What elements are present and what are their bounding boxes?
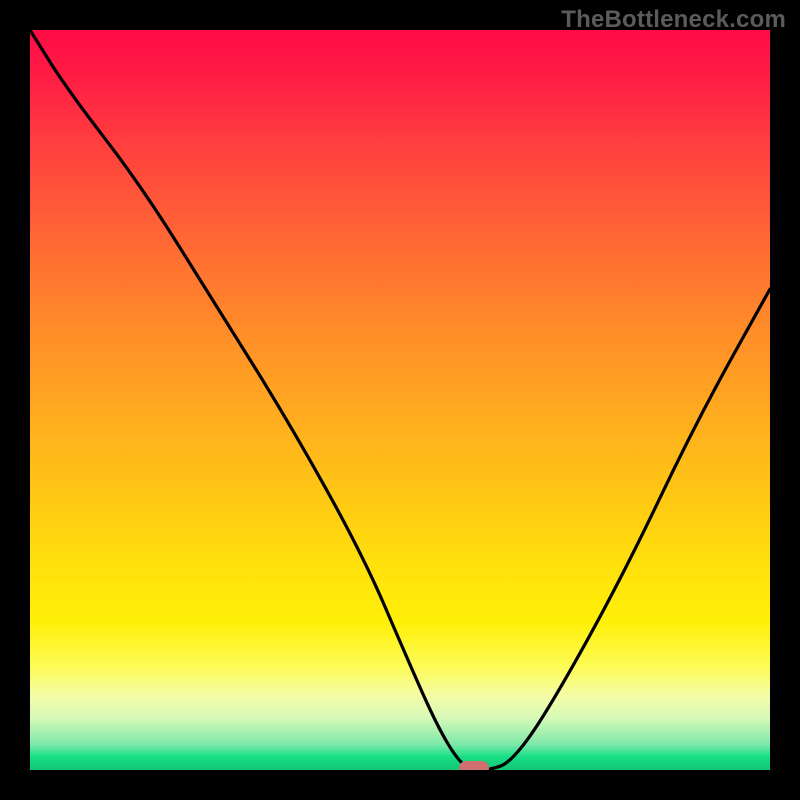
- plot-area: [30, 30, 770, 770]
- optimal-marker: [459, 761, 489, 770]
- watermark-label: TheBottleneck.com: [561, 6, 786, 34]
- bottleneck-curve: [30, 30, 770, 770]
- chart-frame: TheBottleneck.com: [0, 0, 800, 800]
